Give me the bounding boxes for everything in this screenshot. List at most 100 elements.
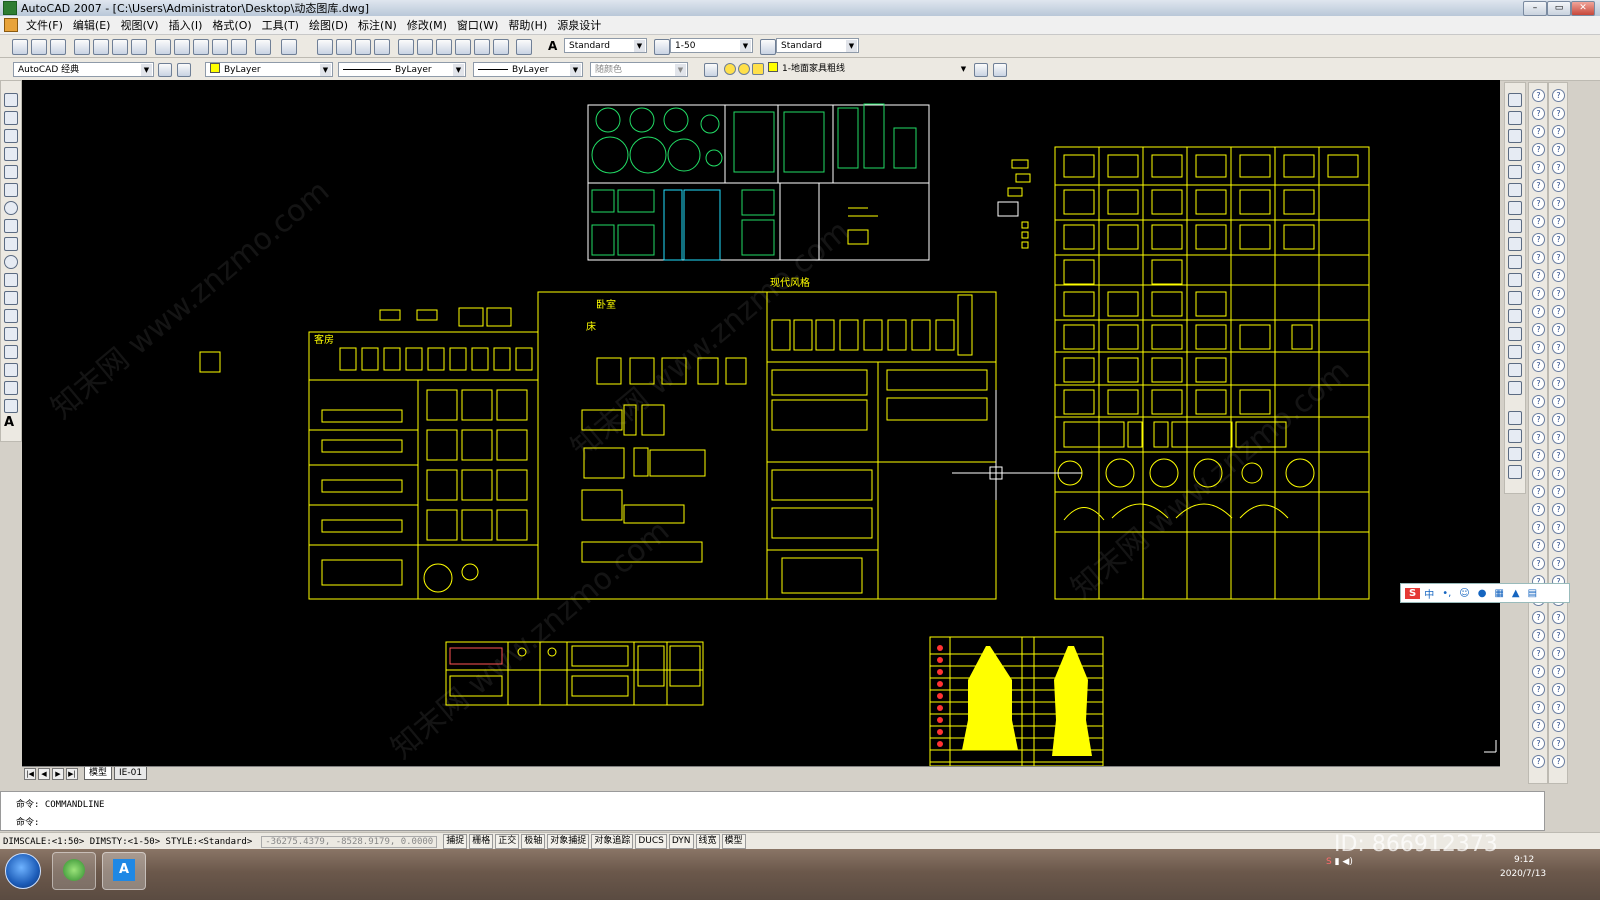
object-snap-icon[interactable]: ?	[1532, 89, 1545, 102]
object-snap-icon[interactable]: ?	[1532, 719, 1545, 732]
3d-dwf-icon[interactable]	[131, 39, 147, 55]
object-snap-icon[interactable]: ?	[1552, 305, 1565, 318]
object-snap-icon[interactable]: ?	[1532, 701, 1545, 714]
menu-file[interactable]: 文件(F)	[21, 17, 68, 33]
object-snap-icon[interactable]: ?	[1532, 341, 1545, 354]
new-icon[interactable]	[12, 39, 28, 55]
object-snap-icon[interactable]: ?	[1532, 251, 1545, 264]
mirror-icon[interactable]	[1508, 129, 1522, 143]
prev-tab-button[interactable]: ◀	[38, 768, 50, 780]
menu-window[interactable]: 窗口(W)	[452, 17, 503, 33]
menu-tools[interactable]: 工具(T)	[257, 17, 304, 33]
copy-icon[interactable]	[174, 39, 190, 55]
redo-icon[interactable]	[281, 39, 297, 55]
autocad-app-icon[interactable]	[3, 1, 17, 15]
tab-ie-01[interactable]: IE-01	[114, 767, 148, 780]
object-snap-icon[interactable]: ?	[1552, 395, 1565, 408]
object-snap-icon[interactable]: ?	[1552, 521, 1565, 534]
text-style-select[interactable]: Standard ▼	[564, 38, 647, 53]
ellipse-icon[interactable]	[4, 255, 18, 269]
sun-icon[interactable]	[738, 63, 750, 75]
copy-object-icon[interactable]	[1508, 111, 1522, 125]
menu-view[interactable]: 视图(V)	[115, 17, 163, 33]
last-tab-button[interactable]: ▶|	[66, 768, 78, 780]
ducs-toggle[interactable]: DUCS	[635, 834, 667, 849]
workspace-settings-icon[interactable]	[158, 63, 172, 77]
block-editor-icon[interactable]	[231, 39, 247, 55]
document-menu-icon[interactable]	[4, 18, 18, 32]
plot-preview-icon[interactable]	[93, 39, 109, 55]
menu-modify[interactable]: 修改(M)	[402, 17, 452, 33]
array-icon[interactable]	[1508, 165, 1522, 179]
object-snap-icon[interactable]: ?	[1532, 467, 1545, 480]
object-snap-icon[interactable]: ?	[1552, 323, 1565, 336]
chamfer-icon[interactable]	[1508, 345, 1522, 359]
object-snap-icon[interactable]: ?	[1532, 269, 1545, 282]
menu-help[interactable]: 帮助(H)	[503, 17, 552, 33]
microphone-icon[interactable]: ●	[1478, 588, 1487, 599]
menu-dimension[interactable]: 标注(N)	[353, 17, 402, 33]
object-snap-icon[interactable]: ?	[1532, 125, 1545, 138]
object-snap-icon[interactable]: ?	[1532, 107, 1545, 120]
layer-select[interactable]: 1-地面家具粗线 ▼	[764, 62, 970, 77]
extend-icon[interactable]	[1508, 273, 1522, 287]
object-snap-icon[interactable]: ?	[1532, 323, 1545, 336]
make-block-icon[interactable]	[4, 309, 18, 323]
object-snap-icon[interactable]: ?	[1532, 143, 1545, 156]
object-snap-icon[interactable]: ?	[1532, 557, 1545, 570]
multiline-text-icon[interactable]: A	[4, 416, 16, 429]
clock-date[interactable]: 2020/7/13	[1500, 869, 1546, 879]
model-toggle[interactable]: 模型	[721, 834, 746, 849]
network-icon[interactable]: ▮	[1335, 857, 1340, 867]
first-tab-button[interactable]: |◀	[24, 768, 36, 780]
workspace-select[interactable]: AutoCAD 经典 ▼	[13, 62, 154, 77]
lineweight-select[interactable]: ByLayer ▼	[473, 62, 583, 77]
draw-order-icon[interactable]	[1508, 411, 1522, 425]
object-snap-icon[interactable]: ?	[1552, 665, 1565, 678]
object-snap-icon[interactable]: ?	[1552, 107, 1565, 120]
clock-time[interactable]: 9:12	[1514, 855, 1534, 865]
explode-icon[interactable]	[1508, 381, 1522, 395]
sogou-tray-icon[interactable]: S	[1326, 857, 1332, 867]
undo-icon[interactable]	[255, 39, 271, 55]
menu-insert[interactable]: 插入(I)	[164, 17, 208, 33]
properties-icon[interactable]	[398, 39, 414, 55]
menu-format[interactable]: 格式(O)	[207, 17, 256, 33]
ellipse-arc-icon[interactable]	[4, 273, 18, 287]
emoji-icon[interactable]: ☺	[1459, 588, 1469, 599]
bring-above-icon[interactable]	[1508, 465, 1522, 479]
object-snap-icon[interactable]: ?	[1552, 485, 1565, 498]
move-icon[interactable]	[1508, 183, 1522, 197]
cut-icon[interactable]	[155, 39, 171, 55]
object-snap-icon[interactable]: ?	[1532, 737, 1545, 750]
object-snap-icon[interactable]: ?	[1552, 719, 1565, 732]
object-snap-icon[interactable]: ?	[1532, 305, 1545, 318]
object-snap-icon[interactable]: ?	[1552, 737, 1565, 750]
match-properties-icon[interactable]	[212, 39, 228, 55]
object-snap-icon[interactable]: ?	[1552, 359, 1565, 372]
tab-model[interactable]: 模型	[84, 767, 113, 780]
calculator-icon[interactable]	[493, 39, 509, 55]
zoom-previous-icon[interactable]	[374, 39, 390, 55]
break-icon[interactable]	[1508, 309, 1522, 323]
table-style-select[interactable]: Standard ▼	[776, 38, 859, 53]
start-button[interactable]	[5, 853, 41, 889]
object-snap-icon[interactable]: ?	[1532, 359, 1545, 372]
layer-previous-icon[interactable]	[993, 63, 1007, 77]
dim-style-select[interactable]: 1-50 ▼	[670, 38, 753, 53]
object-snap-icon[interactable]: ?	[1552, 269, 1565, 282]
object-snap-icon[interactable]: ?	[1552, 143, 1565, 156]
ime-mode-label[interactable]: 中	[1424, 586, 1434, 601]
object-snap-icon[interactable]: ?	[1532, 647, 1545, 660]
object-snap-icon[interactable]: ?	[1552, 647, 1565, 660]
sogou-icon[interactable]: S	[1405, 587, 1421, 599]
gradient-icon[interactable]	[4, 363, 18, 377]
markup-icon[interactable]	[474, 39, 490, 55]
make-current-layer-icon[interactable]	[974, 63, 988, 77]
dyn-toggle[interactable]: DYN	[668, 834, 694, 849]
object-snap-icon[interactable]: ?	[1532, 755, 1545, 768]
menu-yuanquan[interactable]: 源泉设计	[552, 17, 606, 33]
open-icon[interactable]	[31, 39, 47, 55]
revision-cloud-icon[interactable]	[4, 219, 18, 233]
object-snap-icon[interactable]: ?	[1552, 503, 1565, 516]
